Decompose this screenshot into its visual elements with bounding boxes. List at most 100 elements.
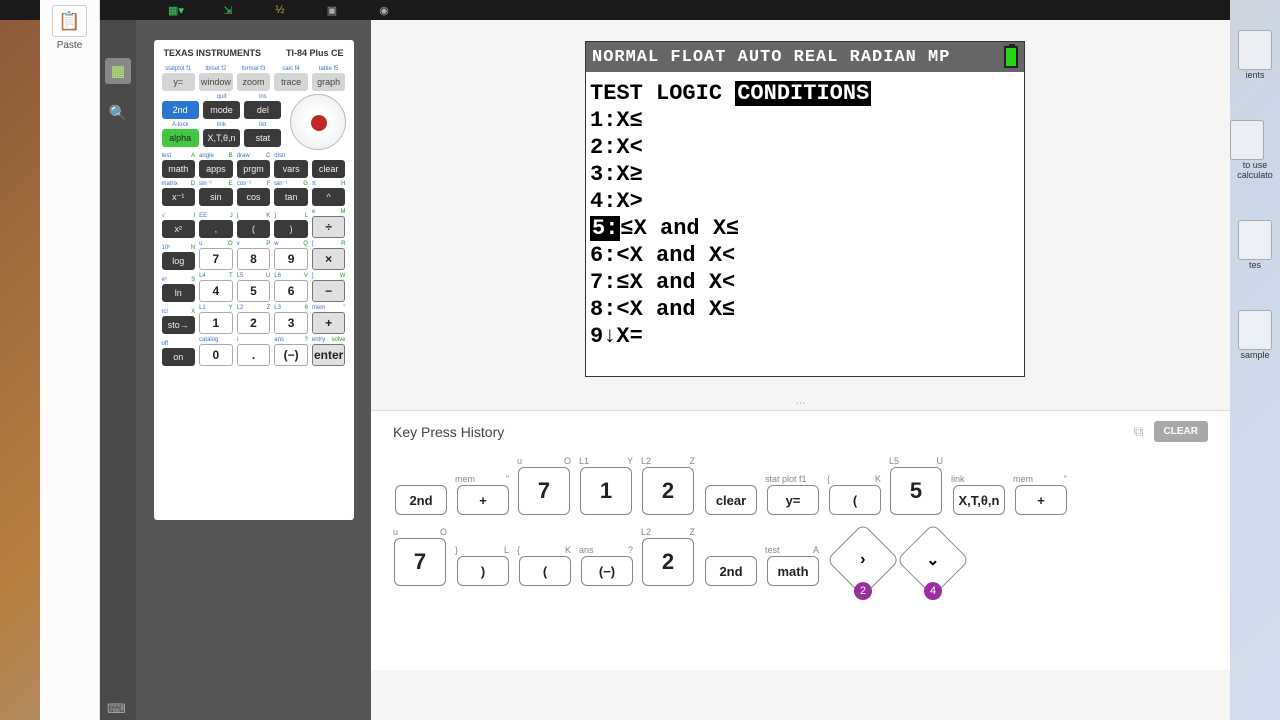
- key-alpha[interactable]: alpha: [162, 129, 199, 147]
- history-key-button[interactable]: 7: [518, 467, 570, 515]
- send-to-icon[interactable]: ⇲: [217, 2, 239, 18]
- key-minus[interactable]: −: [312, 280, 346, 302]
- history-key-button[interactable]: (−): [581, 556, 633, 586]
- search-icon[interactable]: 🔍: [105, 100, 131, 126]
- key-zoom[interactable]: zoom: [237, 73, 271, 91]
- key-9[interactable]: 9: [274, 248, 308, 270]
- desktop-file-icon[interactable]: [1230, 120, 1264, 160]
- history-key-button[interactable]: 5: [890, 467, 942, 515]
- windows-icon[interactable]: ▣: [321, 2, 343, 18]
- history-key: L5U5: [889, 456, 943, 515]
- key-stat[interactable]: stat: [244, 129, 281, 147]
- history-key-button[interactable]: y=: [767, 485, 819, 515]
- history-key-button[interactable]: +: [457, 485, 509, 515]
- history-key-button[interactable]: math: [767, 556, 819, 586]
- key-4[interactable]: 4: [199, 280, 233, 302]
- key-on[interactable]: on: [162, 348, 196, 366]
- screen-menu-title: TEST LOGIC CONDITIONS: [590, 80, 1020, 107]
- key-mode[interactable]: mode: [203, 101, 240, 119]
- key-prgm[interactable]: prgm: [237, 160, 271, 178]
- history-key-button[interactable]: 2nd: [395, 485, 447, 515]
- key-clear[interactable]: clear: [312, 160, 346, 178]
- key-comma[interactable]: ,: [199, 220, 233, 238]
- key-xsq[interactable]: x²: [162, 220, 196, 238]
- history-key-button[interactable]: (: [519, 556, 571, 586]
- paste-icon[interactable]: 📋: [52, 5, 87, 37]
- copy-history-icon[interactable]: ⧉: [1134, 423, 1144, 440]
- key-2[interactable]: 2: [237, 312, 271, 334]
- key-xtthetan[interactable]: X,T,θ,n: [203, 129, 240, 147]
- key-2nd[interactable]: 2nd: [162, 101, 199, 119]
- history-key-button[interactable]: 7: [394, 538, 446, 586]
- key-8[interactable]: 8: [237, 248, 271, 270]
- screen-menu-item: 2:X<: [590, 134, 1020, 161]
- desktop-file-icon[interactable]: [1238, 220, 1272, 260]
- key-enter[interactable]: enter: [312, 344, 346, 366]
- screen-menu-item: 9↓X=: [590, 323, 1020, 350]
- history-key-button[interactable]: 1: [580, 467, 632, 515]
- desktop-file-icon[interactable]: [1238, 30, 1272, 70]
- key-rparen[interactable]: ): [274, 220, 308, 238]
- top-menubar: ▦▾ ⇲ ½ ▣ ◉: [0, 0, 1230, 20]
- key-6[interactable]: 6: [274, 280, 308, 302]
- key-1[interactable]: 1: [199, 312, 233, 334]
- key-trace[interactable]: trace: [274, 73, 308, 91]
- key-lparen[interactable]: (: [237, 220, 271, 238]
- key-sto[interactable]: sto→: [162, 316, 196, 334]
- history-key-button[interactable]: 2: [642, 538, 694, 586]
- desktop-file-icon[interactable]: [1238, 310, 1272, 350]
- battery-icon: [1004, 46, 1018, 68]
- key-cos[interactable]: cos: [237, 188, 271, 206]
- key-sin[interactable]: sin: [199, 188, 233, 206]
- key-window[interactable]: window: [199, 73, 233, 91]
- dpad[interactable]: [290, 94, 346, 150]
- key-divide[interactable]: ÷: [312, 216, 346, 238]
- history-key-button[interactable]: 2nd: [705, 556, 757, 586]
- screenshot-icon[interactable]: ◉: [373, 2, 395, 18]
- key-caret[interactable]: ^: [312, 188, 346, 206]
- key-log[interactable]: log: [162, 252, 196, 270]
- calculator-panel: TEXAS INSTRUMENTS TI-84 Plus CE statplot…: [136, 20, 371, 720]
- key-y-equals[interactable]: y=: [162, 73, 196, 91]
- history-key-button[interactable]: 2: [642, 467, 694, 515]
- calculator: TEXAS INSTRUMENTS TI-84 Plus CE statplot…: [154, 40, 354, 520]
- key-del[interactable]: del: [244, 101, 281, 119]
- history-dpad-right[interactable]: ›2: [826, 523, 900, 597]
- keyboard-icon[interactable]: ⌨: [107, 701, 126, 717]
- key-apps[interactable]: apps: [199, 160, 233, 178]
- history-key: mem"+: [1013, 474, 1067, 515]
- key-neg[interactable]: (−): [274, 344, 308, 366]
- key-graph[interactable]: graph: [312, 73, 346, 91]
- key-ln[interactable]: ln: [162, 284, 196, 302]
- key-dot[interactable]: .: [237, 344, 271, 366]
- history-title: Key Press History: [393, 424, 504, 440]
- history-dpad-down[interactable]: ⌄4: [896, 523, 970, 597]
- history-key-button[interactable]: (: [829, 485, 881, 515]
- key-tan[interactable]: tan: [274, 188, 308, 206]
- calculator-view-icon[interactable]: ▦: [105, 58, 131, 84]
- screen-status-bar: NORMAL FLOAT AUTO REAL RADIAN MP: [586, 42, 1024, 72]
- fraction-icon[interactable]: ½: [269, 2, 291, 18]
- key-5[interactable]: 5: [237, 280, 271, 302]
- history-key-button[interactable]: clear: [705, 485, 757, 515]
- drag-handle[interactable]: ⋯: [371, 397, 1230, 410]
- screen-menu-item: 6:<X and X<: [590, 242, 1020, 269]
- key-7[interactable]: 7: [199, 248, 233, 270]
- key-0[interactable]: 0: [199, 344, 233, 366]
- history-key-button[interactable]: +: [1015, 485, 1067, 515]
- key-plus[interactable]: +: [312, 312, 346, 334]
- key-3[interactable]: 3: [274, 312, 308, 334]
- history-key: {K(: [517, 545, 571, 586]
- clear-history-button[interactable]: CLEAR: [1154, 421, 1208, 442]
- table-view-icon[interactable]: ▦▾: [165, 2, 187, 18]
- history-key-button[interactable]: X,T,θ,n: [953, 485, 1005, 515]
- history-key-button[interactable]: ): [457, 556, 509, 586]
- key-xinv[interactable]: x⁻¹: [162, 188, 196, 206]
- history-key: 2nd: [703, 545, 757, 586]
- history-key: }L): [455, 545, 509, 586]
- key-history-panel: Key Press History ⧉ CLEAR 2ndmem"+uO7L1Y…: [371, 410, 1230, 670]
- key-vars[interactable]: vars: [274, 160, 308, 178]
- key-multiply[interactable]: ×: [312, 248, 346, 270]
- screen-menu-item: 1:X≤: [590, 107, 1020, 134]
- key-math[interactable]: math: [162, 160, 196, 178]
